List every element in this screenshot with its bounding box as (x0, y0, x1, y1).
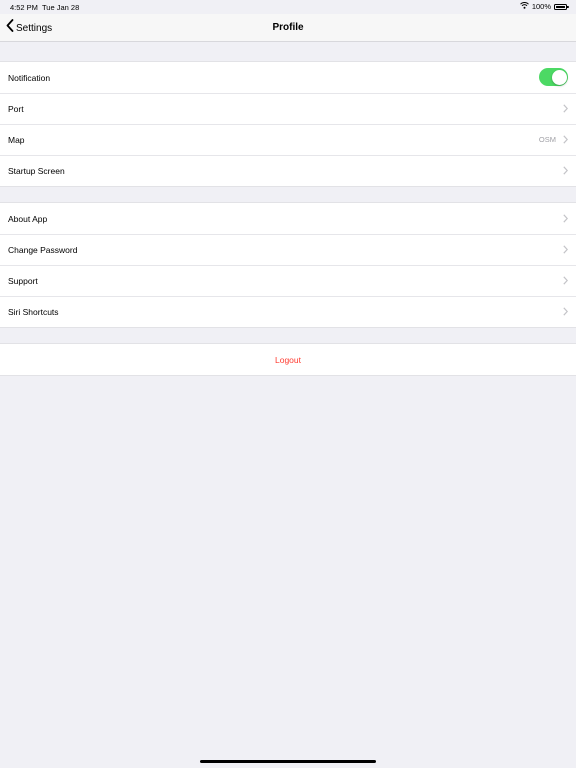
settings-group: Notification Port Map OSM Startup Screen (0, 61, 576, 187)
chevron-right-icon (563, 166, 569, 177)
chevron-right-icon (563, 245, 569, 256)
toggle-knob (551, 69, 567, 85)
info-group: About App Change Password Support Siri S… (0, 202, 576, 328)
navigation-bar: Settings Profile (0, 14, 576, 42)
siri-shortcuts-row[interactable]: Siri Shortcuts (0, 296, 576, 327)
chevron-right-icon (563, 135, 569, 146)
wifi-icon (519, 2, 529, 11)
siri-shortcuts-label: Siri Shortcuts (8, 306, 59, 317)
page-title: Profile (272, 22, 304, 33)
change-password-label: Change Password (8, 244, 78, 255)
chevron-right-icon (563, 307, 569, 318)
change-password-row[interactable]: Change Password (0, 234, 576, 265)
map-label: Map (8, 134, 25, 145)
status-time: 4:52 PM (10, 3, 38, 12)
port-label: Port (8, 103, 24, 114)
startup-screen-row[interactable]: Startup Screen (0, 155, 576, 186)
battery-level (556, 5, 565, 8)
map-row[interactable]: Map OSM (0, 124, 576, 155)
chevron-right-icon (563, 104, 569, 115)
status-date: Tue Jan 28 (42, 3, 80, 12)
battery-percent: 100% (531, 2, 551, 11)
profile-screen: 4:52 PM Tue Jan 28 100% Settings Profile… (0, 0, 576, 768)
about-app-row[interactable]: About App (0, 203, 576, 234)
notification-toggle[interactable] (539, 68, 568, 86)
about-app-label: About App (8, 213, 48, 224)
port-row[interactable]: Port (0, 93, 576, 124)
status-bar: 4:52 PM Tue Jan 28 100% (0, 0, 576, 14)
support-row[interactable]: Support (0, 265, 576, 296)
status-indicators: 100% (519, 2, 569, 11)
home-indicator (200, 760, 376, 763)
notification-row: Notification (0, 62, 576, 93)
battery-icon (554, 3, 569, 10)
logout-group: Logout (0, 343, 576, 376)
chevron-right-icon (563, 214, 569, 225)
logout-button[interactable]: Logout (0, 344, 576, 375)
map-value: OSM (538, 135, 556, 144)
startup-screen-label: Startup Screen (8, 165, 65, 176)
support-label: Support (8, 275, 38, 286)
notification-label: Notification (8, 72, 51, 83)
chevron-right-icon (563, 276, 569, 287)
